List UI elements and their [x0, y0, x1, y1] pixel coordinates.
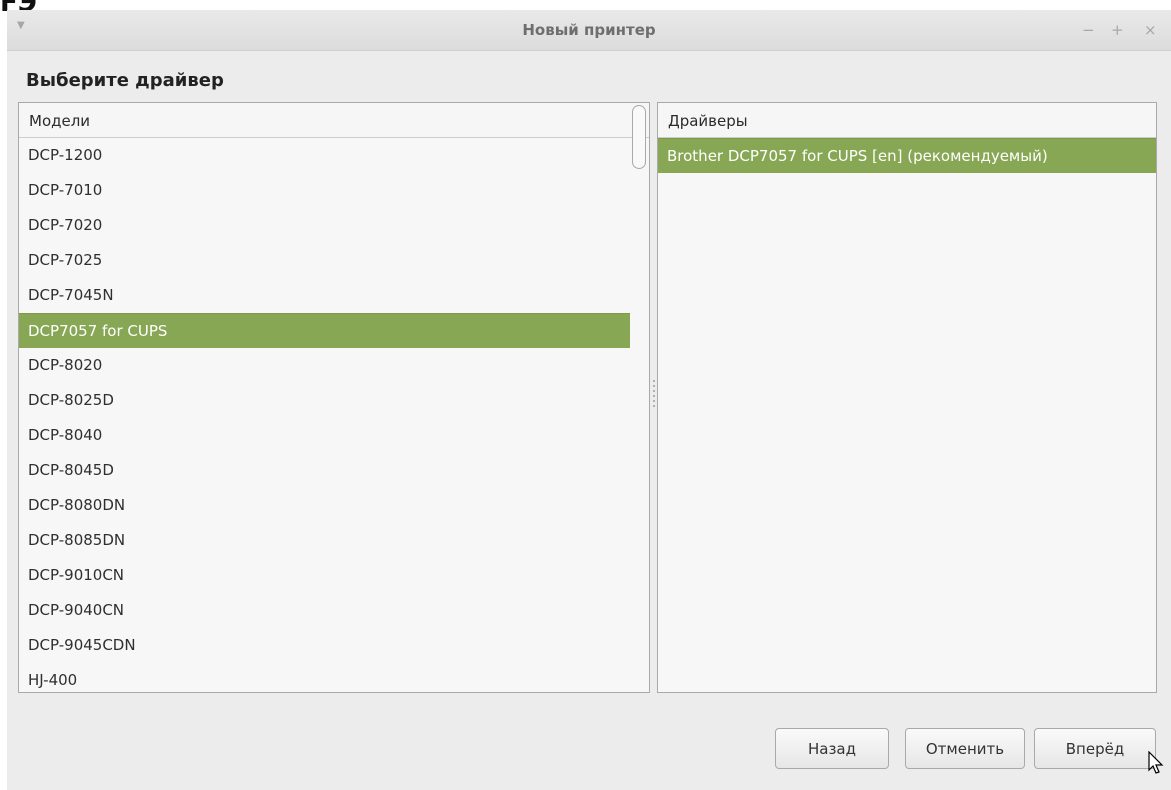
- models-list-item[interactable]: DCP-8025D: [19, 383, 649, 418]
- models-list-body: DCP-1200 DCP-7010 DCP-7020 DCP-7025 DCP-7045…: [19, 138, 649, 692]
- models-list-item[interactable]: DCP-7045N: [19, 278, 649, 313]
- models-list-item[interactable]: DCP-1200: [19, 138, 649, 173]
- models-list-item[interactable]: DCP-8045D: [19, 453, 649, 488]
- mouse-pointer-icon: [1148, 751, 1164, 774]
- models-list-item[interactable]: DCP-9045CDN: [19, 628, 649, 663]
- models-list-item[interactable]: DCP-8080DN: [19, 488, 649, 523]
- models-list-item[interactable]: DCP-7025: [19, 243, 649, 278]
- models-column-header[interactable]: Модели: [19, 103, 649, 138]
- cancel-button[interactable]: Отменить: [905, 728, 1025, 769]
- title-bar[interactable]: ▼ Новый принтер − + ×: [7, 10, 1171, 51]
- models-list-item[interactable]: DCP-9010CN: [19, 558, 649, 593]
- models-scroll-thumb[interactable]: [632, 105, 646, 169]
- drivers-column-header[interactable]: Драйверы: [658, 103, 1156, 138]
- window-title: Новый принтер: [522, 21, 656, 39]
- pane-splitter[interactable]: [650, 377, 657, 417]
- models-list-item[interactable]: HJ-400: [19, 663, 649, 692]
- maximize-button[interactable]: +: [1111, 21, 1124, 39]
- models-list-item[interactable]: DCP-9040CN: [19, 593, 649, 628]
- models-list-item[interactable]: DCP-8040: [19, 418, 649, 453]
- drivers-list-item[interactable]: Brother DCP7057 for CUPS [en] (рекоменду…: [658, 138, 1156, 173]
- models-list-item[interactable]: DCP-7010: [19, 173, 649, 208]
- back-button[interactable]: Назад: [775, 728, 889, 769]
- minimize-button[interactable]: −: [1082, 21, 1095, 39]
- models-list-item[interactable]: DCP7057 for CUPS: [19, 313, 630, 348]
- models-list-item[interactable]: DCP-8085DN: [19, 523, 649, 558]
- drivers-list-body: Brother DCP7057 for CUPS [en] (рекоменду…: [658, 138, 1156, 173]
- models-list-item[interactable]: DCP-7020: [19, 208, 649, 243]
- close-button[interactable]: ×: [1144, 21, 1157, 39]
- page-heading: Выберите драйвер: [26, 70, 224, 91]
- models-scrollbar[interactable]: [630, 103, 648, 692]
- models-list[interactable]: Модели DCP-1200 DCP-7010 DCP-7020 DCP-7025 D…: [18, 102, 650, 693]
- forward-button[interactable]: Вперёд: [1034, 728, 1156, 769]
- drivers-list[interactable]: Драйверы Brother DCP7057 for CUPS [en] (…: [657, 102, 1157, 693]
- models-list-item[interactable]: DCP-8020: [19, 348, 649, 383]
